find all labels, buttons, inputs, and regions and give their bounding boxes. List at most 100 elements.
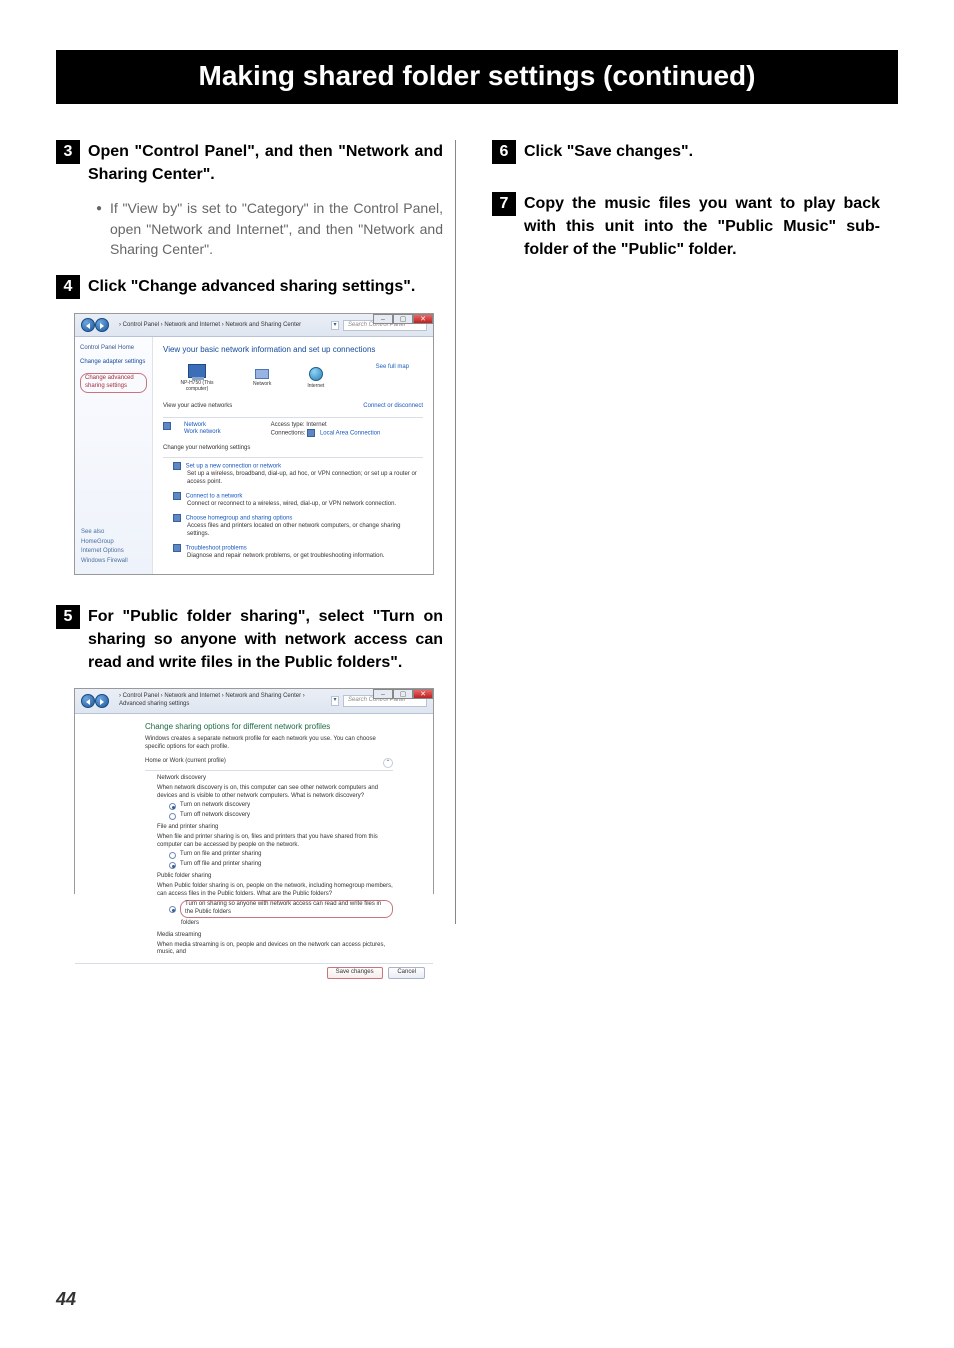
step-5: 5 For "Public folder sharing", select "T…	[56, 605, 443, 675]
path-dropdown[interactable]: ▾	[331, 696, 339, 706]
left-column: 3 Open "Control Panel", and then "Networ…	[56, 140, 456, 924]
screenshot-advanced-sharing: – ▢ ✕ › Control Panel › Network and Inte…	[74, 688, 434, 894]
maximize-button[interactable]: ▢	[393, 689, 413, 699]
connection-link[interactable]: Local Area Connection	[320, 431, 380, 437]
radio-icon	[169, 813, 176, 820]
minimize-button[interactable]: –	[373, 689, 393, 699]
step-6: 6 Click "Save changes".	[492, 140, 880, 164]
breadcrumb[interactable]: › Control Panel › Network and Internet ›…	[119, 693, 327, 709]
access-type-label: Access type:	[271, 422, 305, 428]
page-description: Windows creates a separate network profi…	[145, 736, 393, 752]
cancel-button[interactable]: Cancel	[388, 967, 425, 979]
network-type[interactable]: Work network	[184, 429, 221, 437]
media-streaming-heading: Media streaming	[157, 932, 393, 940]
troubleshoot-link[interactable]: Troubleshoot problems	[186, 545, 247, 551]
step-text: Click "Change advanced sharing settings"…	[88, 275, 415, 298]
step-number: 7	[492, 192, 516, 216]
connect-disconnect-link[interactable]: Connect or disconnect	[363, 403, 423, 411]
window-controls: – ▢ ✕	[373, 689, 433, 699]
step-4: 4 Click "Change advanced sharing setting…	[56, 275, 443, 299]
minimize-button[interactable]: –	[373, 314, 393, 324]
window-controls: – ▢ ✕	[373, 314, 433, 324]
step-number: 3	[56, 140, 80, 164]
connect-network-desc: Connect or reconnect to a wireless, wire…	[187, 501, 423, 509]
step-number: 4	[56, 275, 80, 299]
active-networks-label: View your active networks	[163, 403, 232, 411]
step-number: 5	[56, 605, 80, 629]
radio-label-cont: folders	[181, 920, 199, 928]
back-button[interactable]	[81, 318, 95, 332]
file-printer-heading: File and printer sharing	[157, 824, 393, 832]
media-streaming-desc: When media streaming is on, people and d…	[157, 942, 393, 958]
full-map-link[interactable]: See full map	[376, 364, 409, 372]
radio-label: Turn on network discovery	[180, 802, 250, 810]
connections-label: Connections:	[271, 431, 306, 437]
step-text: For "Public folder sharing", select "Tur…	[88, 605, 443, 675]
path-dropdown[interactable]: ▾	[331, 321, 339, 331]
radio-icon	[169, 852, 176, 859]
radio-fp-off[interactable]: Turn off file and printer sharing	[169, 861, 393, 869]
radio-icon	[169, 906, 176, 913]
homegroup-icon	[173, 514, 181, 522]
forward-button[interactable]	[95, 694, 109, 708]
radio-pf-on[interactable]: Turn on sharing so anyone with network a…	[169, 900, 393, 918]
setup-connection-link[interactable]: Set up a new connection or network	[186, 463, 281, 469]
sidebar-link-adapter[interactable]: Change adapter settings	[80, 359, 147, 367]
radio-fp-on[interactable]: Turn on file and printer sharing	[169, 851, 393, 859]
homegroup-desc: Access files and printers located on oth…	[187, 523, 423, 539]
sidebar-link-advanced-sharing[interactable]: Change advanced sharing settings	[80, 373, 147, 393]
radio-pf-on-cont: folders	[181, 920, 393, 928]
connect-icon	[173, 492, 181, 500]
radio-icon	[169, 862, 176, 869]
page-number: 44	[56, 1289, 76, 1310]
network-label: Network	[253, 381, 271, 388]
public-folder-heading: Public folder sharing	[157, 873, 393, 881]
sidebar-link-internet-options[interactable]: Internet Options	[81, 548, 128, 556]
maximize-button[interactable]: ▢	[393, 314, 413, 324]
network-discovery-heading: Network discovery	[157, 775, 393, 783]
sidebar-link-homegroup[interactable]: HomeGroup	[81, 539, 128, 547]
profile-heading: Home or Work (current profile)	[145, 758, 226, 768]
radio-nd-off[interactable]: Turn off network discovery	[169, 812, 393, 820]
step-text: Copy the music files you want to play ba…	[524, 192, 880, 262]
breadcrumb[interactable]: › Control Panel › Network and Internet ›…	[119, 322, 327, 330]
back-button[interactable]	[81, 694, 95, 708]
radio-label-highlighted: Turn on sharing so anyone with network a…	[180, 900, 393, 918]
step-text: Click "Save changes".	[524, 140, 693, 163]
radio-icon	[169, 803, 176, 810]
step-3: 3 Open "Control Panel", and then "Networ…	[56, 140, 443, 186]
setup-connection-desc: Set up a wireless, broadband, dial-up, a…	[187, 471, 423, 487]
radio-label: Turn on file and printer sharing	[180, 851, 262, 859]
sidebar-heading: Control Panel Home	[80, 345, 147, 353]
step-number: 6	[492, 140, 516, 164]
radio-nd-on[interactable]: Turn on network discovery	[169, 802, 393, 810]
screenshot-network-sharing-center: – ▢ ✕ › Control Panel › Network and Inte…	[74, 313, 434, 574]
save-changes-button[interactable]: Save changes	[327, 967, 383, 979]
main-heading: View your basic network information and …	[163, 345, 423, 355]
pc-label: NP-H750 (This computer)	[177, 380, 217, 393]
internet-label: Internet	[307, 383, 324, 390]
troubleshoot-desc: Diagnose and repair network problems, or…	[187, 553, 423, 561]
network-icon	[255, 369, 269, 379]
collapse-icon[interactable]: ⌃	[383, 758, 393, 768]
homegroup-link[interactable]: Choose homegroup and sharing options	[186, 515, 293, 521]
radio-label: Turn off file and printer sharing	[180, 861, 261, 869]
troubleshoot-icon	[173, 544, 181, 552]
network-name[interactable]: Network	[184, 422, 221, 430]
connect-network-link[interactable]: Connect to a network	[186, 493, 243, 499]
pc-icon	[188, 364, 206, 378]
access-type-value: Internet	[306, 422, 326, 428]
file-printer-desc: When file and printer sharing is on, fil…	[157, 834, 393, 850]
close-button[interactable]: ✕	[413, 314, 433, 324]
setup-icon	[173, 462, 181, 470]
see-also-heading: See also	[81, 529, 128, 537]
public-folder-desc: When Public folder sharing is on, people…	[157, 883, 393, 899]
page-heading: Change sharing options for different net…	[145, 722, 393, 732]
network-small-icon	[163, 422, 171, 430]
change-settings-heading: Change your networking settings	[163, 445, 423, 453]
close-button[interactable]: ✕	[413, 689, 433, 699]
forward-button[interactable]	[95, 318, 109, 332]
section-title: Making shared folder settings (continued…	[56, 50, 898, 104]
sidebar-link-firewall[interactable]: Windows Firewall	[81, 558, 128, 566]
step-text: Open "Control Panel", and then "Network …	[88, 140, 443, 186]
